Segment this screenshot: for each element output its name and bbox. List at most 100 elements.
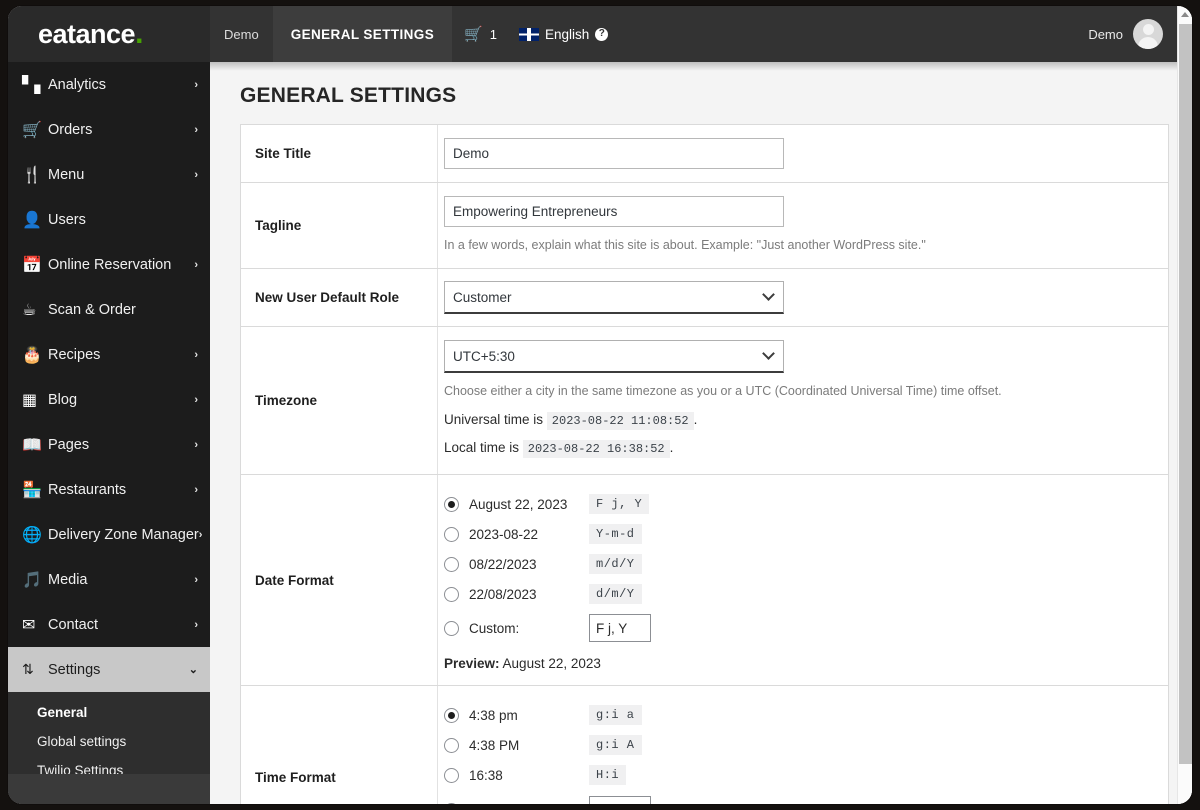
scrollbar-thumb[interactable] bbox=[1179, 24, 1192, 764]
date-format-custom-option[interactable]: Custom: bbox=[444, 609, 1148, 647]
page-scrollbar[interactable] bbox=[1177, 6, 1192, 804]
language-selector[interactable]: English ? bbox=[509, 6, 618, 62]
help-icon[interactable]: ? bbox=[595, 27, 609, 41]
site-title-input[interactable] bbox=[444, 138, 784, 169]
time-format-custom-option[interactable]: Custom: bbox=[444, 790, 1148, 804]
sidebar-item-label: Delivery Zone Manager bbox=[48, 526, 199, 543]
radio-button[interactable] bbox=[444, 586, 459, 602]
format-code: m/d/Y bbox=[589, 554, 642, 575]
topnav-item-general-settings[interactable]: GENERAL SETTINGS bbox=[272, 6, 453, 62]
radio-button[interactable] bbox=[444, 707, 459, 723]
time-format-option[interactable]: 4:38 pm g:i a bbox=[444, 700, 1148, 730]
scroll-up-arrow-icon[interactable] bbox=[1181, 12, 1189, 17]
cart-link[interactable]: 🛒 1 bbox=[452, 6, 509, 62]
main-content: GENERAL SETTINGS Site Title Tagline In a… bbox=[210, 62, 1185, 804]
sidebar-item-pages[interactable]: 📖 Pages › bbox=[8, 422, 210, 467]
radio-button[interactable] bbox=[444, 556, 459, 572]
radio-button[interactable] bbox=[444, 737, 459, 753]
user-name-label: Demo bbox=[1088, 26, 1123, 42]
cake-icon: 🎂 bbox=[22, 345, 42, 364]
sidebar-item-restaurants[interactable]: 🏪 Restaurants › bbox=[8, 467, 210, 512]
option-label: Custom: bbox=[469, 620, 520, 636]
option-label: August 22, 2023 bbox=[469, 496, 568, 512]
sidebar-item-label: Orders bbox=[48, 121, 93, 138]
format-code: Y-m-d bbox=[589, 524, 642, 545]
date-format-option[interactable]: 2023-08-22 Y-m-d bbox=[444, 519, 1148, 549]
avatar[interactable] bbox=[1133, 19, 1163, 49]
form-row-site-title: Site Title bbox=[241, 125, 1168, 183]
field-control: In a few words, explain what this site i… bbox=[438, 183, 1168, 268]
date-format-option[interactable]: 22/08/2023 d/m/Y bbox=[444, 579, 1148, 609]
format-code: d/m/Y bbox=[589, 584, 642, 605]
sidebar-item-label: Contact bbox=[48, 616, 98, 633]
time-format-custom-input[interactable] bbox=[589, 796, 651, 804]
sidebar-item-contact[interactable]: ✉ Contact › bbox=[8, 602, 210, 647]
local-time-period: . bbox=[669, 440, 674, 456]
sidebar-item-label: Recipes bbox=[48, 346, 101, 363]
date-format-option[interactable]: 08/22/2023 m/d/Y bbox=[444, 549, 1148, 579]
sidebar-item-orders[interactable]: 🛒 Orders › bbox=[8, 107, 210, 152]
time-format-option[interactable]: 4:38 PM g:i A bbox=[444, 730, 1148, 760]
media-icon: 🎵 bbox=[22, 570, 42, 589]
topnav-item-demo[interactable]: Demo bbox=[210, 6, 273, 62]
chevron-right-icon: › bbox=[194, 348, 198, 361]
new-user-role-select[interactable] bbox=[444, 281, 784, 315]
sidebar-item-settings[interactable]: ⇅ Settings ⌄ bbox=[8, 647, 210, 692]
sidebar-item-label: Settings bbox=[48, 661, 101, 678]
sidebar-subitem-global-settings[interactable]: Global settings bbox=[8, 727, 210, 756]
local-time-value: 2023-08-22 16:38:52 bbox=[522, 440, 670, 459]
timezone-select[interactable] bbox=[444, 340, 784, 374]
sliders-icon: ⇅ bbox=[22, 661, 34, 678]
sidebar-subitem-general[interactable]: General bbox=[8, 698, 210, 727]
field-label: Timezone bbox=[241, 327, 438, 475]
field-control bbox=[438, 269, 1168, 326]
radio-button[interactable] bbox=[444, 620, 459, 636]
format-code: F j, Y bbox=[589, 494, 650, 515]
top-navigation-bar: eatance. Demo GENERAL SETTINGS 🛒 1 Engli… bbox=[8, 6, 1185, 62]
chevron-right-icon: › bbox=[198, 528, 203, 541]
option-label: 4:38 pm bbox=[469, 707, 518, 723]
cart-icon: 🛒 bbox=[22, 120, 42, 139]
tagline-input[interactable] bbox=[444, 196, 784, 227]
browser-window: eatance. Demo GENERAL SETTINGS 🛒 1 Engli… bbox=[8, 6, 1192, 804]
sidebar-item-recipes[interactable]: 🎂 Recipes › bbox=[8, 332, 210, 377]
field-control: 4:38 pm g:i a 4:38 PM g:i A 16:38 H:i g:… bbox=[438, 686, 1168, 804]
brand-logo[interactable]: eatance. bbox=[8, 6, 210, 62]
coffee-cup-icon: ☕ bbox=[22, 300, 37, 319]
local-time-line: Local time is 2023-08-22 16:38:52. bbox=[444, 440, 1148, 459]
sidebar-item-menu[interactable]: 🍴 Menu › bbox=[8, 152, 210, 197]
sidebar-item-media[interactable]: 🎵 Media › bbox=[8, 557, 210, 602]
option-label: Custom: bbox=[469, 803, 589, 804]
timezone-select-wrap bbox=[444, 340, 784, 374]
radio-button[interactable] bbox=[444, 802, 459, 804]
date-format-preview: Preview: August 22, 2023 bbox=[444, 656, 1148, 671]
time-format-option[interactable]: 16:38 H:i bbox=[444, 760, 1148, 790]
uk-flag-icon bbox=[519, 27, 540, 41]
format-code: H:i bbox=[589, 765, 627, 786]
bar-chart-icon: ▘▖ bbox=[22, 75, 47, 94]
chevron-right-icon: › bbox=[194, 393, 198, 406]
sidebar-footer bbox=[8, 774, 210, 804]
date-format-custom-input[interactable] bbox=[589, 614, 651, 643]
sidebar-item-blog[interactable]: ▦ Blog › bbox=[8, 377, 210, 422]
field-label: Date Format bbox=[241, 475, 438, 686]
sidebar-item-online-reservation[interactable]: 📅 Online Reservation › bbox=[8, 242, 210, 287]
sidebar-item-analytics[interactable]: ▘▖ Analytics › bbox=[8, 62, 210, 107]
radio-button[interactable] bbox=[444, 496, 459, 512]
field-label: Site Title bbox=[241, 125, 438, 182]
radio-button[interactable] bbox=[444, 526, 459, 542]
chevron-right-icon: › bbox=[194, 78, 198, 91]
field-control: August 22, 2023 F j, Y 2023-08-22 Y-m-d … bbox=[438, 475, 1168, 685]
sidebar-item-label: Media bbox=[48, 571, 88, 588]
date-format-option[interactable]: August 22, 2023 F j, Y bbox=[444, 489, 1148, 519]
radio-button[interactable] bbox=[444, 767, 459, 783]
sidebar-item-users[interactable]: 👤 Users bbox=[8, 197, 210, 242]
chevron-right-icon: › bbox=[194, 258, 198, 271]
option-label: 22/08/2023 bbox=[469, 586, 537, 602]
new-user-role-select-wrap bbox=[444, 281, 784, 315]
sidebar-item-delivery-zone-manager[interactable]: 🌐 Delivery Zone Manager › bbox=[8, 512, 210, 557]
sidebar-item-scan-and-order[interactable]: ☕ Scan & Order bbox=[8, 287, 210, 332]
timezone-help-text: Choose either a city in the same timezon… bbox=[444, 384, 1002, 399]
calendar-icon: 📅 bbox=[22, 255, 42, 274]
sidebar-navigation: ▘▖ Analytics › 🛒 Orders › 🍴 Menu › 👤 Use… bbox=[8, 62, 210, 804]
